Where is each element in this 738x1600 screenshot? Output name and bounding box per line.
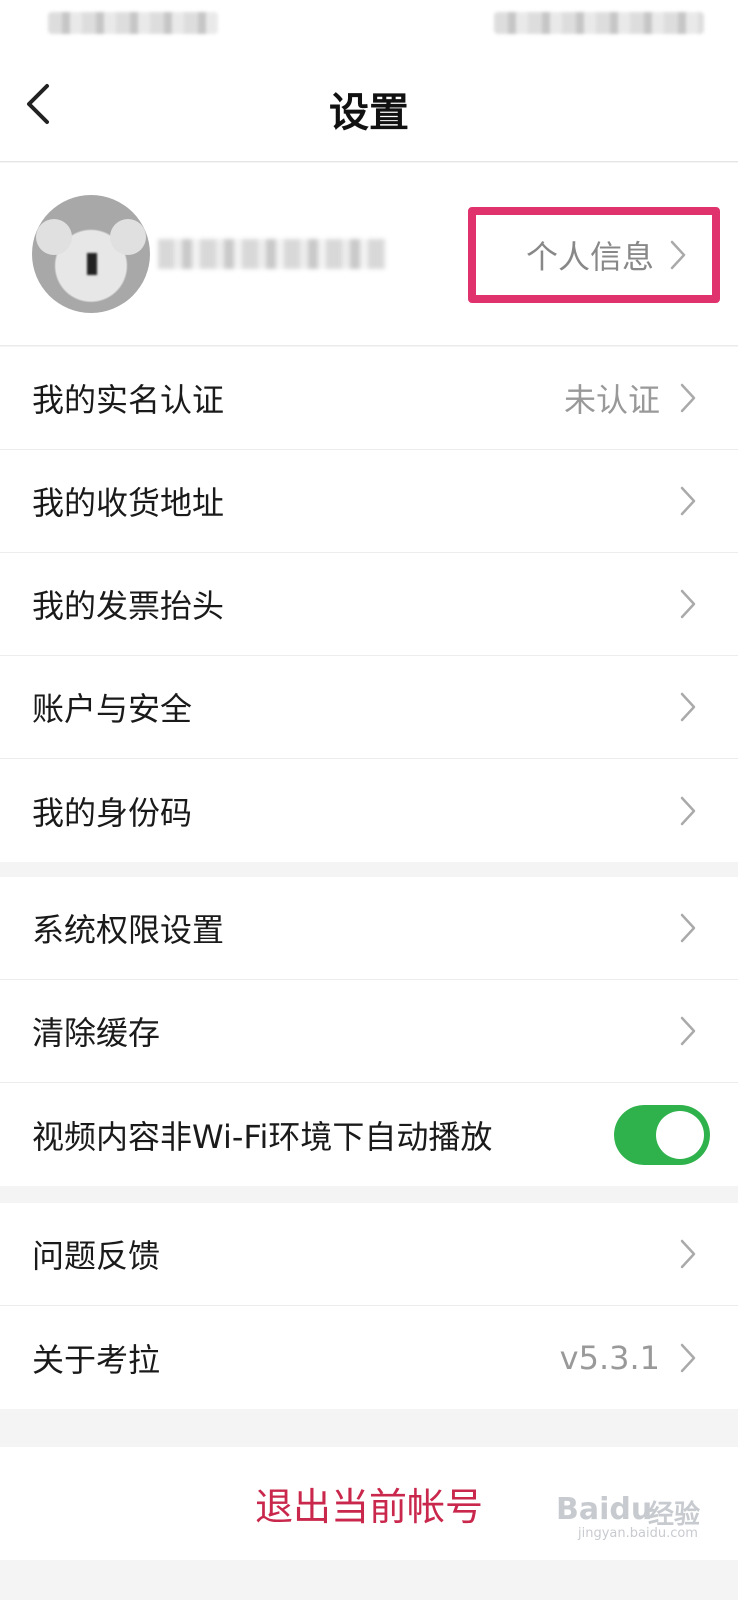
row-label: 关于考拉: [32, 1340, 161, 1379]
baidu-watermark: Baidu 经验 jingyan.baidu.com: [556, 1488, 716, 1544]
row-shipping-address[interactable]: 我的收货地址: [0, 450, 738, 553]
autoplay-toggle[interactable]: [614, 1104, 710, 1165]
avatar-nose: [87, 253, 97, 275]
username-blurred: [158, 239, 386, 269]
status-bar-right-blurred: [494, 12, 704, 34]
row-system-permissions[interactable]: 系统权限设置: [0, 877, 738, 980]
logout-label: 退出当前帐号: [254, 1485, 483, 1529]
chevron-right-icon: [680, 383, 696, 413]
chevron-right-icon: [680, 486, 696, 516]
row-label: 我的收货地址: [32, 484, 225, 522]
avatar-ear-left: [36, 219, 72, 255]
row-label: 视频内容非Wi-Fi环境下自动播放: [32, 1117, 493, 1156]
row-label: 我的实名认证: [32, 381, 225, 419]
chevron-right-icon: [680, 589, 696, 619]
page-title: 设置: [329, 90, 409, 136]
row-identity-code[interactable]: 我的身份码: [0, 759, 738, 862]
row-autoplay-video: 视频内容非Wi-Fi环境下自动播放: [0, 1083, 738, 1186]
toggle-knob: [656, 1110, 704, 1159]
row-label: 我的身份码: [32, 793, 193, 832]
chevron-right-icon: [680, 1343, 696, 1372]
personal-info-button[interactable]: 个人信息: [468, 207, 720, 303]
row-label: 问题反馈: [32, 1237, 161, 1275]
row-label: 清除缓存: [32, 1014, 161, 1052]
avatar[interactable]: [32, 195, 150, 313]
personal-info-label: 个人信息: [525, 238, 654, 276]
chevron-right-icon: [680, 1016, 696, 1046]
app-version: v5.3.1: [559, 1338, 660, 1377]
verification-status: 未认证: [563, 381, 660, 419]
row-about-kaola[interactable]: 关于考拉 v5.3.1: [0, 1306, 738, 1409]
row-invoice-title[interactable]: 我的发票抬头: [0, 553, 738, 656]
row-feedback[interactable]: 问题反馈: [0, 1203, 738, 1306]
chevron-right-icon: [670, 240, 686, 270]
chevron-right-icon: [680, 796, 696, 825]
settings-group-system: 系统权限设置 清除缓存 视频内容非Wi-Fi环境下自动播放: [0, 877, 738, 1186]
settings-group-account: 我的实名认证 未认证 我的收货地址 我的发票抬头 账户与安全 我的身份码: [0, 347, 738, 862]
row-clear-cache[interactable]: 清除缓存: [0, 980, 738, 1083]
settings-group-about: 问题反馈 关于考拉 v5.3.1: [0, 1203, 738, 1409]
row-label: 系统权限设置: [32, 911, 225, 949]
profile-section: 个人信息: [0, 163, 738, 346]
chevron-right-icon: [680, 1239, 696, 1269]
row-account-security[interactable]: 账户与安全: [0, 656, 738, 759]
chevron-right-icon: [680, 913, 696, 943]
watermark-brand: Baidu: [556, 1492, 653, 1527]
nav-bar: 设置: [0, 52, 738, 162]
status-bar-left-blurred: [48, 12, 218, 34]
avatar-ear-right: [110, 219, 146, 255]
row-real-name-verification[interactable]: 我的实名认证 未认证: [0, 347, 738, 450]
row-label: 账户与安全: [32, 690, 193, 728]
chevron-right-icon: [680, 692, 696, 722]
watermark-url: jingyan.baidu.com: [578, 1526, 698, 1541]
row-label: 我的发票抬头: [32, 587, 225, 625]
status-bar: [0, 0, 738, 52]
